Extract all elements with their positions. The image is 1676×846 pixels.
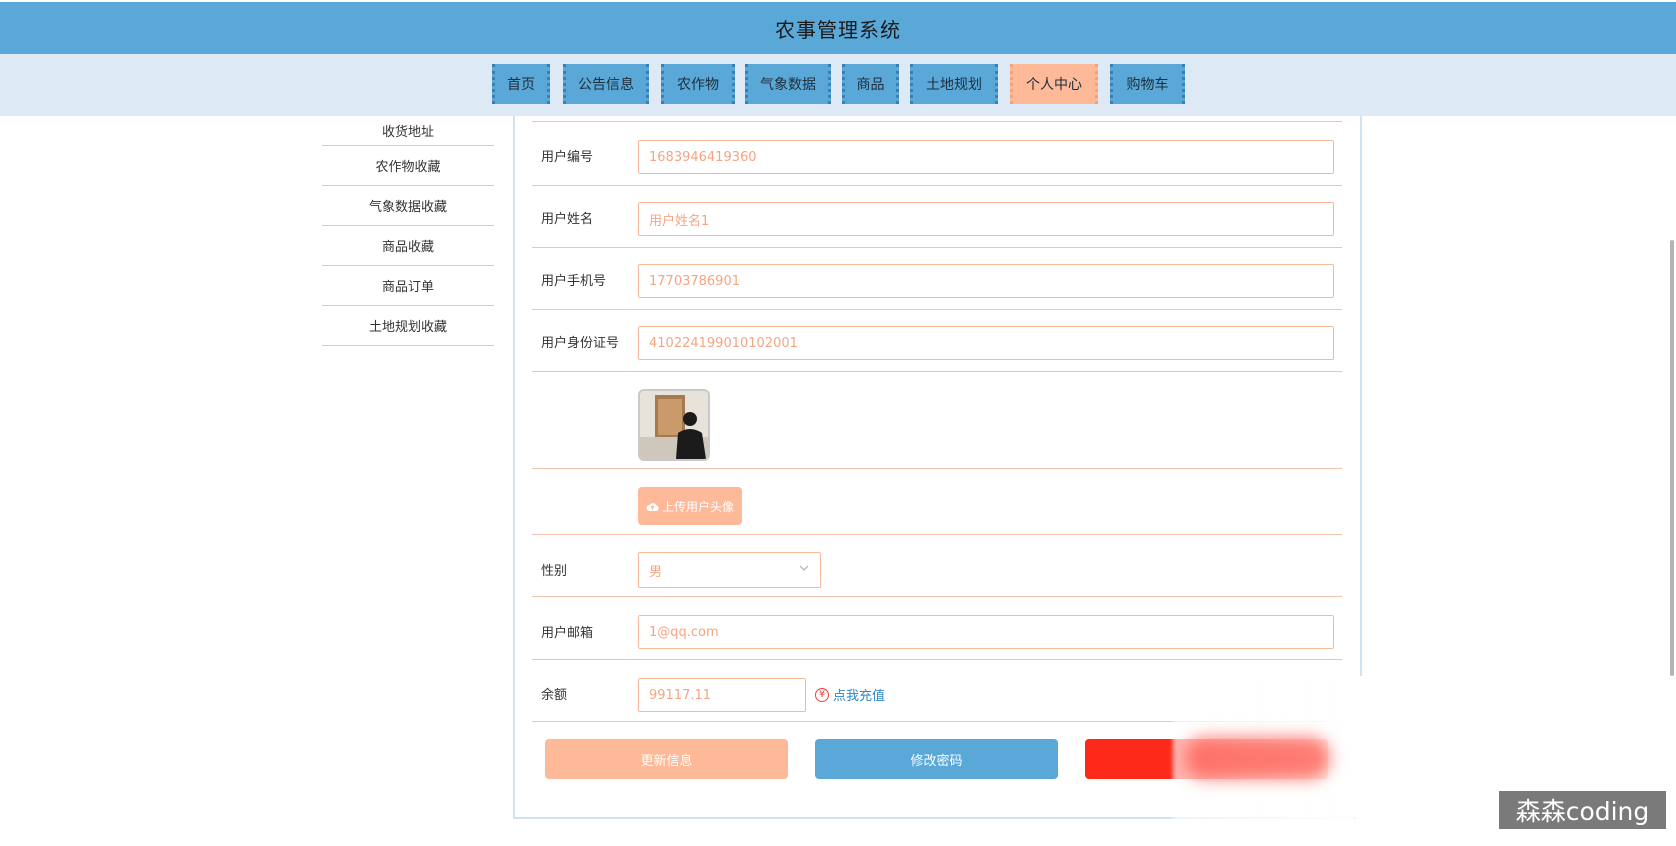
app-header: 农事管理系统 [0, 2, 1676, 54]
user-name-input[interactable]: 用户姓名1 [638, 202, 1334, 236]
divider [532, 659, 1342, 660]
divider [532, 121, 1342, 122]
balance-label: 余额 [541, 688, 568, 703]
divider [532, 596, 1342, 597]
sidebar-item-weather-favorites[interactable]: 气象数据收藏 [322, 186, 494, 226]
nav-weather-data[interactable]: 气象数据 [745, 64, 831, 104]
app-title: 农事管理系统 [775, 17, 901, 42]
sidebar-item-land-favorites[interactable]: 土地规划收藏 [322, 306, 494, 346]
change-password-button[interactable]: 修改密码 [815, 739, 1058, 779]
nav-bar: 首页 公告信息 农作物 气象数据 商品 土地规划 个人中心 购物车 [0, 54, 1676, 116]
user-no-input[interactable]: 1683946419360 [638, 140, 1334, 174]
blurred-button-region [1185, 737, 1330, 779]
nav-announcements[interactable]: 公告信息 [563, 64, 649, 104]
email-input[interactable]: 1@qq.com [638, 615, 1334, 649]
email-label: 用户邮箱 [541, 626, 594, 641]
recharge-label: 点我充值 [833, 689, 886, 704]
id-card-label: 用户身份证号 [541, 336, 620, 351]
scrollbar-thumb[interactable] [1670, 240, 1674, 676]
sidebar-item-shipping-address[interactable]: 收货地址 [322, 116, 494, 146]
nav-home[interactable]: 首页 [492, 64, 550, 104]
chevron-down-icon [799, 565, 809, 571]
nav-crops[interactable]: 农作物 [661, 64, 735, 104]
gender-value: 男 [649, 564, 663, 580]
upload-avatar-button[interactable]: 上传用户头像 [638, 487, 742, 525]
avatar [638, 389, 710, 461]
id-card-input[interactable]: 410224199010102001 [638, 326, 1334, 360]
cloud-upload-icon [646, 502, 659, 511]
user-name-label: 用户姓名 [541, 212, 594, 227]
nav-land-planning[interactable]: 土地规划 [910, 64, 998, 104]
divider [532, 468, 1342, 469]
phone-label: 用户手机号 [541, 274, 607, 289]
sidebar-item-crop-favorites[interactable]: 农作物收藏 [322, 146, 494, 186]
sidebar-item-product-orders[interactable]: 商品订单 [322, 266, 494, 306]
gender-label: 性别 [541, 564, 568, 579]
gender-select[interactable]: 男 [638, 552, 821, 588]
nav-cart[interactable]: 购物车 [1110, 64, 1185, 104]
phone-input[interactable]: 17703786901 [638, 264, 1334, 298]
divider [532, 247, 1342, 248]
sidebar-item-product-favorites[interactable]: 商品收藏 [322, 226, 494, 266]
yen-icon: ¥ [815, 687, 829, 702]
divider [532, 371, 1342, 372]
nav-products[interactable]: 商品 [842, 64, 899, 104]
update-info-button[interactable]: 更新信息 [545, 739, 788, 779]
sidebar: 收货地址 农作物收藏 气象数据收藏 商品收藏 商品订单 土地规划收藏 [322, 116, 494, 346]
watermark: 森森coding [1499, 791, 1666, 829]
divider [532, 309, 1342, 310]
divider [532, 534, 1342, 535]
user-no-label: 用户编号 [541, 150, 594, 165]
nav-personal-center[interactable]: 个人中心 [1010, 64, 1098, 104]
upload-avatar-label: 上传用户头像 [661, 499, 734, 514]
balance-input[interactable]: 99117.11 [638, 678, 806, 712]
divider [532, 185, 1342, 186]
avatar-image [640, 391, 708, 459]
recharge-link[interactable]: ¥ 点我充值 [815, 685, 885, 704]
